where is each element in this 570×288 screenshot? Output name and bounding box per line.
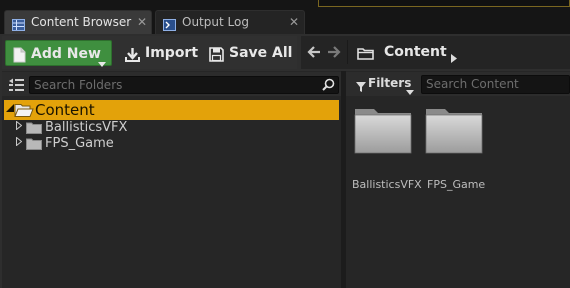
- viewport-frame: [318, 0, 570, 7]
- forward-arrow-icon[interactable]: [327, 42, 341, 64]
- collapse-arrow-icon[interactable]: [6, 100, 14, 120]
- folder-icon: [425, 108, 483, 158]
- tree-item-fps-game[interactable]: FPS_Game: [4, 135, 339, 153]
- breadcrumb-chevron-icon[interactable]: [451, 48, 457, 67]
- tab-content-browser-label: Content Browser: [31, 15, 132, 29]
- tab-content-browser[interactable]: Content Browser ✕: [4, 10, 152, 34]
- search-content-input[interactable]: Search Content: [421, 75, 570, 94]
- folder-icon: [357, 45, 374, 64]
- toolbar-separator: [347, 40, 348, 64]
- chevron-down-icon: [406, 81, 414, 101]
- tab-output-log[interactable]: Output Log ✕: [155, 10, 305, 34]
- back-arrow-icon[interactable]: [307, 42, 321, 64]
- filters-label: Filters: [368, 76, 412, 90]
- folder-icon: [26, 138, 42, 156]
- filters-button[interactable]: Filters: [350, 73, 418, 95]
- new-file-icon: [13, 46, 26, 72]
- save-all-button[interactable]: Save All: [204, 40, 292, 66]
- folder-icon: [354, 108, 412, 158]
- tree-item-label: FPS_Game: [45, 136, 114, 151]
- search-icon: [322, 78, 335, 95]
- filter-icon: [356, 78, 366, 98]
- tab-output-log-label: Output Log: [182, 15, 249, 29]
- import-label: Import: [145, 45, 199, 61]
- add-new-label: Add New: [31, 46, 101, 62]
- import-button[interactable]: Import: [120, 40, 198, 66]
- content-browser-icon: [12, 16, 25, 31]
- import-icon: [125, 45, 140, 71]
- close-tab-icon[interactable]: ✕: [137, 11, 147, 33]
- search-folders-placeholder: Search Folders: [34, 78, 123, 92]
- asset-tile-label: BallisticsVFX: [352, 178, 422, 191]
- save-all-label: Save All: [229, 45, 293, 61]
- tree-item-label: Content: [35, 101, 95, 119]
- save-icon: [209, 45, 224, 71]
- search-content-placeholder: Search Content: [426, 77, 519, 91]
- add-new-button[interactable]: Add New: [5, 40, 112, 67]
- output-log-icon: [163, 16, 176, 31]
- close-tab-icon[interactable]: ✕: [289, 11, 299, 33]
- tree-options-icon[interactable]: [8, 77, 25, 96]
- asset-tile-label: FPS_Game: [427, 178, 486, 191]
- tree-item-content[interactable]: Content: [4, 100, 339, 120]
- expand-arrow-icon[interactable]: [16, 135, 23, 153]
- breadcrumb-current[interactable]: Content: [384, 42, 447, 62]
- search-folders-input[interactable]: Search Folders: [29, 76, 339, 94]
